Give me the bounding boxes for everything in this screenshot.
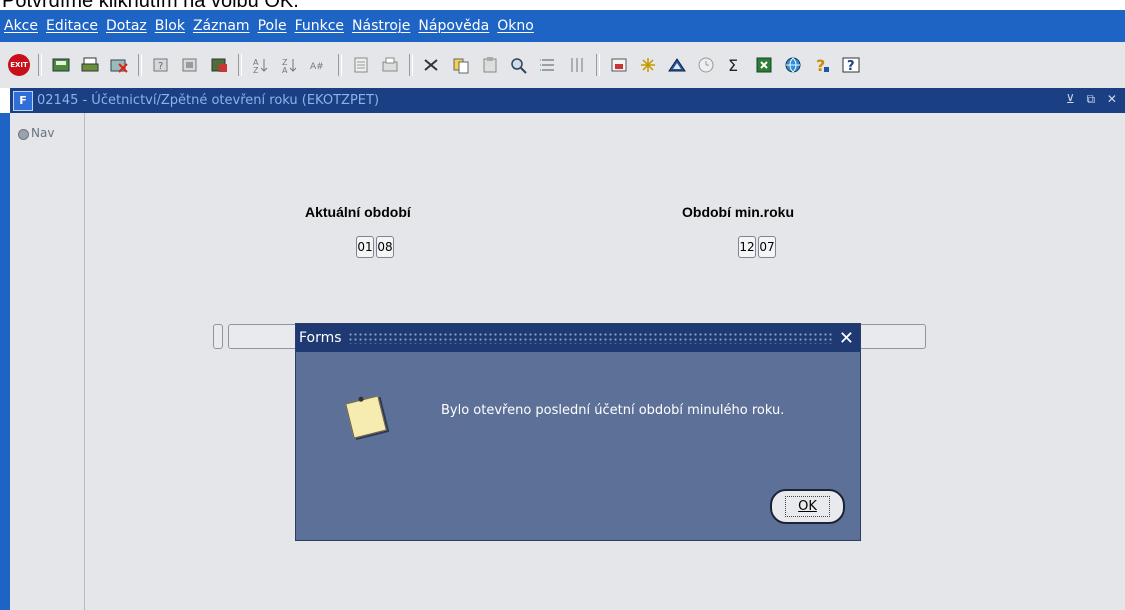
menu-funkce[interactable]: Funkce <box>291 18 348 34</box>
search-icon[interactable] <box>506 52 532 78</box>
save-icon[interactable] <box>48 52 74 78</box>
menu-nastroje[interactable]: Nástroje <box>348 18 414 34</box>
menu-pole[interactable]: Pole <box>254 18 291 34</box>
close-icon[interactable]: ✕ <box>839 328 854 349</box>
svg-text:A#: A# <box>310 62 324 72</box>
cancel-query-icon[interactable] <box>206 52 232 78</box>
toolbar: EXIT ? AZ ZA A# Σ ? ? <box>0 42 1125 88</box>
svg-text:Σ: Σ <box>728 56 738 74</box>
current-year-field[interactable]: 08 <box>376 236 394 258</box>
toolbar-separator <box>138 54 142 76</box>
dialog-title: Forms <box>299 330 342 346</box>
print-icon[interactable] <box>77 52 103 78</box>
current-period-label: Aktuální období <box>305 204 411 220</box>
nav-radio-icon[interactable] <box>18 129 29 140</box>
menu-napoveda[interactable]: Nápověda <box>414 18 493 34</box>
network-icon[interactable] <box>635 52 661 78</box>
print-preview-icon[interactable] <box>348 52 374 78</box>
pin-icon <box>358 396 365 403</box>
sum-icon[interactable]: Σ <box>722 52 748 78</box>
print-setup-icon[interactable] <box>377 52 403 78</box>
whats-this-icon[interactable]: ? <box>838 52 864 78</box>
cut-icon[interactable] <box>419 52 445 78</box>
menu-bar: Akce Editace Dotaz Blok Záznam Pole Funk… <box>0 10 1125 42</box>
dialog-message: Bylo otevřeno poslední účetní období min… <box>441 403 785 418</box>
menu-akce[interactable]: Akce <box>0 18 42 34</box>
prev-period-label: Období min.roku <box>682 204 794 220</box>
record-indicator[interactable] <box>213 324 223 349</box>
window-controls[interactable]: ⊻ ⧉ ✕ <box>1066 92 1121 107</box>
left-edge <box>0 113 10 610</box>
toolbar-separator <box>409 54 413 76</box>
prev-year-field[interactable]: 07 <box>758 236 776 258</box>
toolbar-separator <box>238 54 242 76</box>
svg-text:A: A <box>282 66 288 74</box>
globe-icon[interactable] <box>780 52 806 78</box>
paste-icon[interactable] <box>477 52 503 78</box>
excel-icon[interactable] <box>751 52 777 78</box>
forms-dialog: Forms ✕ Bylo otevřeno poslední účetní ob… <box>295 323 861 541</box>
enter-query-icon[interactable]: ? <box>148 52 174 78</box>
menu-editace[interactable]: Editace <box>42 18 102 34</box>
svg-text:?: ? <box>847 59 855 74</box>
menu-okno[interactable]: Okno <box>493 18 538 34</box>
svg-text:?: ? <box>816 56 825 74</box>
menu-blok[interactable]: Blok <box>151 18 189 34</box>
ok-button[interactable]: OK <box>770 489 845 524</box>
menu-zaznam[interactable]: Záznam <box>189 18 254 34</box>
window-title: 02145 - Účetnictví/Zpětné otevření roku … <box>37 93 380 108</box>
note-icon <box>345 395 387 439</box>
clear-icon[interactable] <box>106 52 132 78</box>
columns-icon[interactable] <box>564 52 590 78</box>
menu-dotaz[interactable]: Dotaz <box>102 18 151 34</box>
triangle-icon[interactable] <box>664 52 690 78</box>
sort-desc-icon[interactable]: ZA <box>277 52 303 78</box>
list-icon[interactable] <box>535 52 561 78</box>
current-month-field[interactable]: 01 <box>356 236 374 258</box>
ok-button-label: OK <box>785 496 830 517</box>
forms-logo-icon: F <box>13 90 33 111</box>
exit-icon: EXIT <box>8 54 30 76</box>
toolbar-separator <box>338 54 342 76</box>
dialog-titlebar-pattern <box>347 332 833 344</box>
sort-multi-icon[interactable]: A# <box>306 52 332 78</box>
exit-button[interactable]: EXIT <box>6 52 32 78</box>
nav-label[interactable]: Nav <box>31 126 54 140</box>
clock-icon[interactable] <box>693 52 719 78</box>
nav-pane: Nav <box>10 113 85 610</box>
export-icon[interactable] <box>606 52 632 78</box>
prev-month-field[interactable]: 12 <box>738 236 756 258</box>
sort-asc-icon[interactable]: AZ <box>248 52 274 78</box>
dialog-titlebar: Forms ✕ <box>296 324 860 352</box>
execute-query-icon[interactable] <box>177 52 203 78</box>
window-titlebar: F 02145 - Účetnictví/Zpětné otevření rok… <box>10 88 1125 113</box>
toolbar-separator <box>38 54 42 76</box>
svg-text:Z: Z <box>253 66 259 74</box>
copy-icon[interactable] <box>448 52 474 78</box>
help-icon[interactable]: ? <box>809 52 835 78</box>
svg-text:?: ? <box>158 61 163 72</box>
toolbar-separator <box>596 54 600 76</box>
